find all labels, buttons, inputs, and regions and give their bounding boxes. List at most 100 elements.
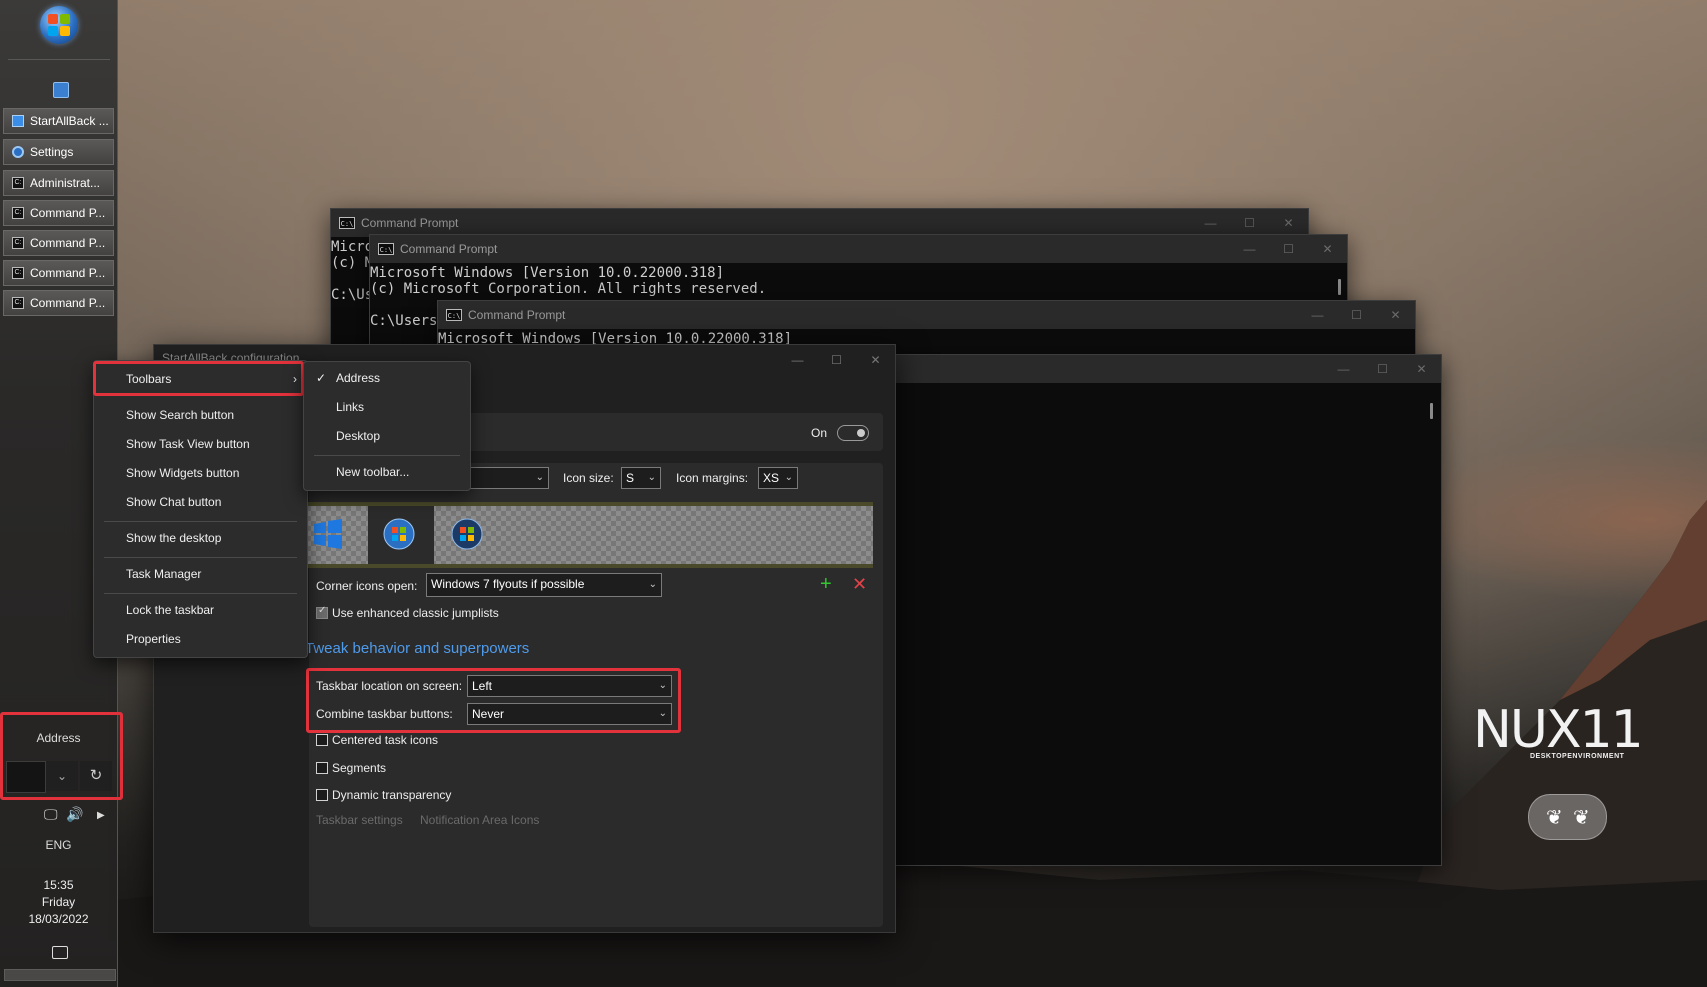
maximize-icon[interactable]: ☐	[1337, 301, 1376, 329]
taskbar-button-label: Administrat...	[30, 176, 101, 190]
menu-separator	[104, 593, 297, 594]
title-bar[interactable]: C:\ Command Prompt	[370, 235, 1347, 263]
taskbar-button-cmd-1[interactable]: C: Command P...	[3, 200, 114, 226]
title-bar[interactable]: C:\ Command Prompt	[438, 301, 1415, 329]
cmd-icon: C:\	[339, 217, 355, 229]
menu-separator	[104, 521, 297, 522]
corner-icons-select[interactable]: Windows 7 flyouts if possible ⌄	[426, 573, 662, 597]
menu-item-task-view[interactable]: Show Task View button	[94, 431, 250, 457]
toolbars-highlight	[93, 361, 304, 396]
scrollbar[interactable]	[1430, 403, 1433, 419]
window-title: Command Prompt	[468, 308, 566, 322]
menu-item-chat[interactable]: Show Chat button	[94, 489, 221, 515]
maximize-icon[interactable]: ☐	[817, 345, 856, 375]
remove-icon[interactable]: ✕	[852, 574, 867, 594]
taskbar-button-label: StartAllBack ...	[30, 114, 109, 128]
address-toolbar-highlight	[0, 712, 123, 800]
taskbar-button-settings[interactable]: Settings	[3, 139, 114, 165]
cmd-icon: C:\	[378, 243, 394, 255]
menu-item-properties[interactable]: Properties	[94, 626, 181, 652]
taskbar-button-label: Settings	[30, 145, 74, 159]
minimize-icon[interactable]: —	[1298, 301, 1337, 329]
submenu-item-address[interactable]: ✓ Address	[304, 365, 380, 391]
brand-badge: ❦ ❦	[1528, 794, 1607, 840]
windows7-orb-icon[interactable]	[383, 518, 415, 550]
enable-toggle[interactable]	[837, 425, 869, 441]
volume-icon[interactable]: 🔊	[66, 806, 83, 823]
taskbar-button-label: Command P...	[30, 236, 106, 250]
minimize-icon[interactable]: —	[1230, 235, 1269, 263]
add-icon[interactable]: +	[820, 574, 832, 594]
start-orb-icon[interactable]	[40, 6, 78, 44]
menu-item-search[interactable]: Show Search button	[94, 402, 234, 428]
icon-size-label: Icon size:	[563, 471, 614, 485]
taskbar-button-admin[interactable]: C: Administrat...	[3, 170, 114, 196]
taskbar-settings-highlight	[306, 668, 681, 733]
taskbar-button-cmd-3[interactable]: C: Command P...	[3, 260, 114, 286]
notification-icon[interactable]	[52, 946, 68, 959]
icon-margins-select[interactable]: XS ⌄	[758, 467, 798, 489]
close-icon[interactable]: ✕	[856, 345, 895, 375]
cmd-icon: C:	[12, 207, 24, 219]
taskbar-button-label: Command P...	[30, 266, 106, 280]
notification-area-link[interactable]: Notification Area Icons	[420, 813, 539, 827]
clock-date: 18/03/2022	[28, 912, 89, 926]
submenu-item-new-toolbar[interactable]: New toolbar...	[304, 459, 409, 485]
menu-item-widgets[interactable]: Show Widgets button	[94, 460, 239, 486]
taskbar-button-startallback[interactable]: StartAllBack ...	[3, 108, 114, 134]
taskbar-button-label: Command P...	[30, 206, 106, 220]
brand-logo: NUX11	[1473, 700, 1644, 760]
brand-tagline: DESKTOPENVIRONMENT	[1530, 753, 1625, 760]
cmd-icon: C:	[12, 177, 24, 189]
menu-separator	[104, 557, 297, 558]
scrollbar[interactable]	[1338, 279, 1341, 295]
close-icon[interactable]: ✕	[1269, 209, 1308, 237]
vista-orb-icon[interactable]	[451, 518, 483, 550]
toggle-label: On	[810, 426, 827, 440]
taskbar-settings-link[interactable]: Taskbar settings	[316, 813, 403, 827]
windows10-logo-icon[interactable]	[312, 518, 344, 550]
submenu-item-links[interactable]: Links	[304, 394, 364, 420]
submenu-item-desktop[interactable]: Desktop	[304, 423, 380, 449]
dynamic-transparency-checkbox[interactable]	[316, 789, 328, 801]
minimize-icon[interactable]: —	[1191, 209, 1230, 237]
menu-item-task-manager[interactable]: Task Manager	[94, 561, 201, 587]
clock[interactable]: 15:35 Friday 18/03/2022	[0, 877, 117, 928]
show-desktop-strip[interactable]	[4, 969, 116, 981]
toolbars-submenu: ✓ Address Links Desktop New toolbar...	[303, 361, 471, 491]
minimize-icon[interactable]: —	[1324, 355, 1363, 383]
segments-checkbox[interactable]	[316, 762, 328, 774]
quick-launch-icon[interactable]	[53, 82, 69, 98]
clock-day: Friday	[41, 895, 76, 909]
taskbar-button-cmd-4[interactable]: C: Command P...	[3, 290, 114, 316]
minimize-icon[interactable]: —	[778, 345, 817, 375]
close-icon[interactable]: ✕	[1402, 355, 1441, 383]
maximize-icon[interactable]: ☐	[1269, 235, 1308, 263]
clock-time: 15:35	[43, 878, 74, 892]
menu-item-lock-taskbar[interactable]: Lock the taskbar	[94, 597, 214, 623]
title-bar[interactable]: C:\ Command Prompt	[331, 209, 1308, 237]
book-icon	[12, 115, 24, 127]
section-title: Tweak behavior and superpowers	[305, 640, 530, 657]
centered-icons-checkbox[interactable]	[316, 734, 328, 746]
language-indicator[interactable]: ENG	[0, 838, 117, 852]
centered-icons-label: Centered task icons	[332, 733, 439, 747]
menu-item-show-desktop[interactable]: Show the desktop	[94, 525, 221, 551]
corner-icons-label: Corner icons open:	[316, 579, 418, 593]
cmd-icon: C:	[12, 237, 24, 249]
tray-expand-icon[interactable]: ▶	[97, 810, 105, 821]
maximize-icon[interactable]: ☐	[1363, 355, 1402, 383]
close-icon[interactable]: ✕	[1308, 235, 1347, 263]
taskbar-button-cmd-2[interactable]: C: Command P...	[3, 230, 114, 256]
butterfly-icon: ❦	[1546, 807, 1563, 829]
close-icon[interactable]: ✕	[1376, 301, 1415, 329]
maximize-icon[interactable]: ☐	[1230, 209, 1269, 237]
enhanced-jumplists-checkbox[interactable]	[316, 605, 328, 619]
window-title: Command Prompt	[361, 216, 459, 230]
style-select[interactable]: ⌄	[469, 467, 549, 489]
menu-separator	[314, 455, 460, 456]
taskbar-button-label: Command P...	[30, 296, 106, 310]
icon-size-select[interactable]: S ⌄	[621, 467, 661, 489]
network-icon[interactable]: 🖵	[44, 806, 58, 823]
gear-icon	[12, 146, 24, 158]
